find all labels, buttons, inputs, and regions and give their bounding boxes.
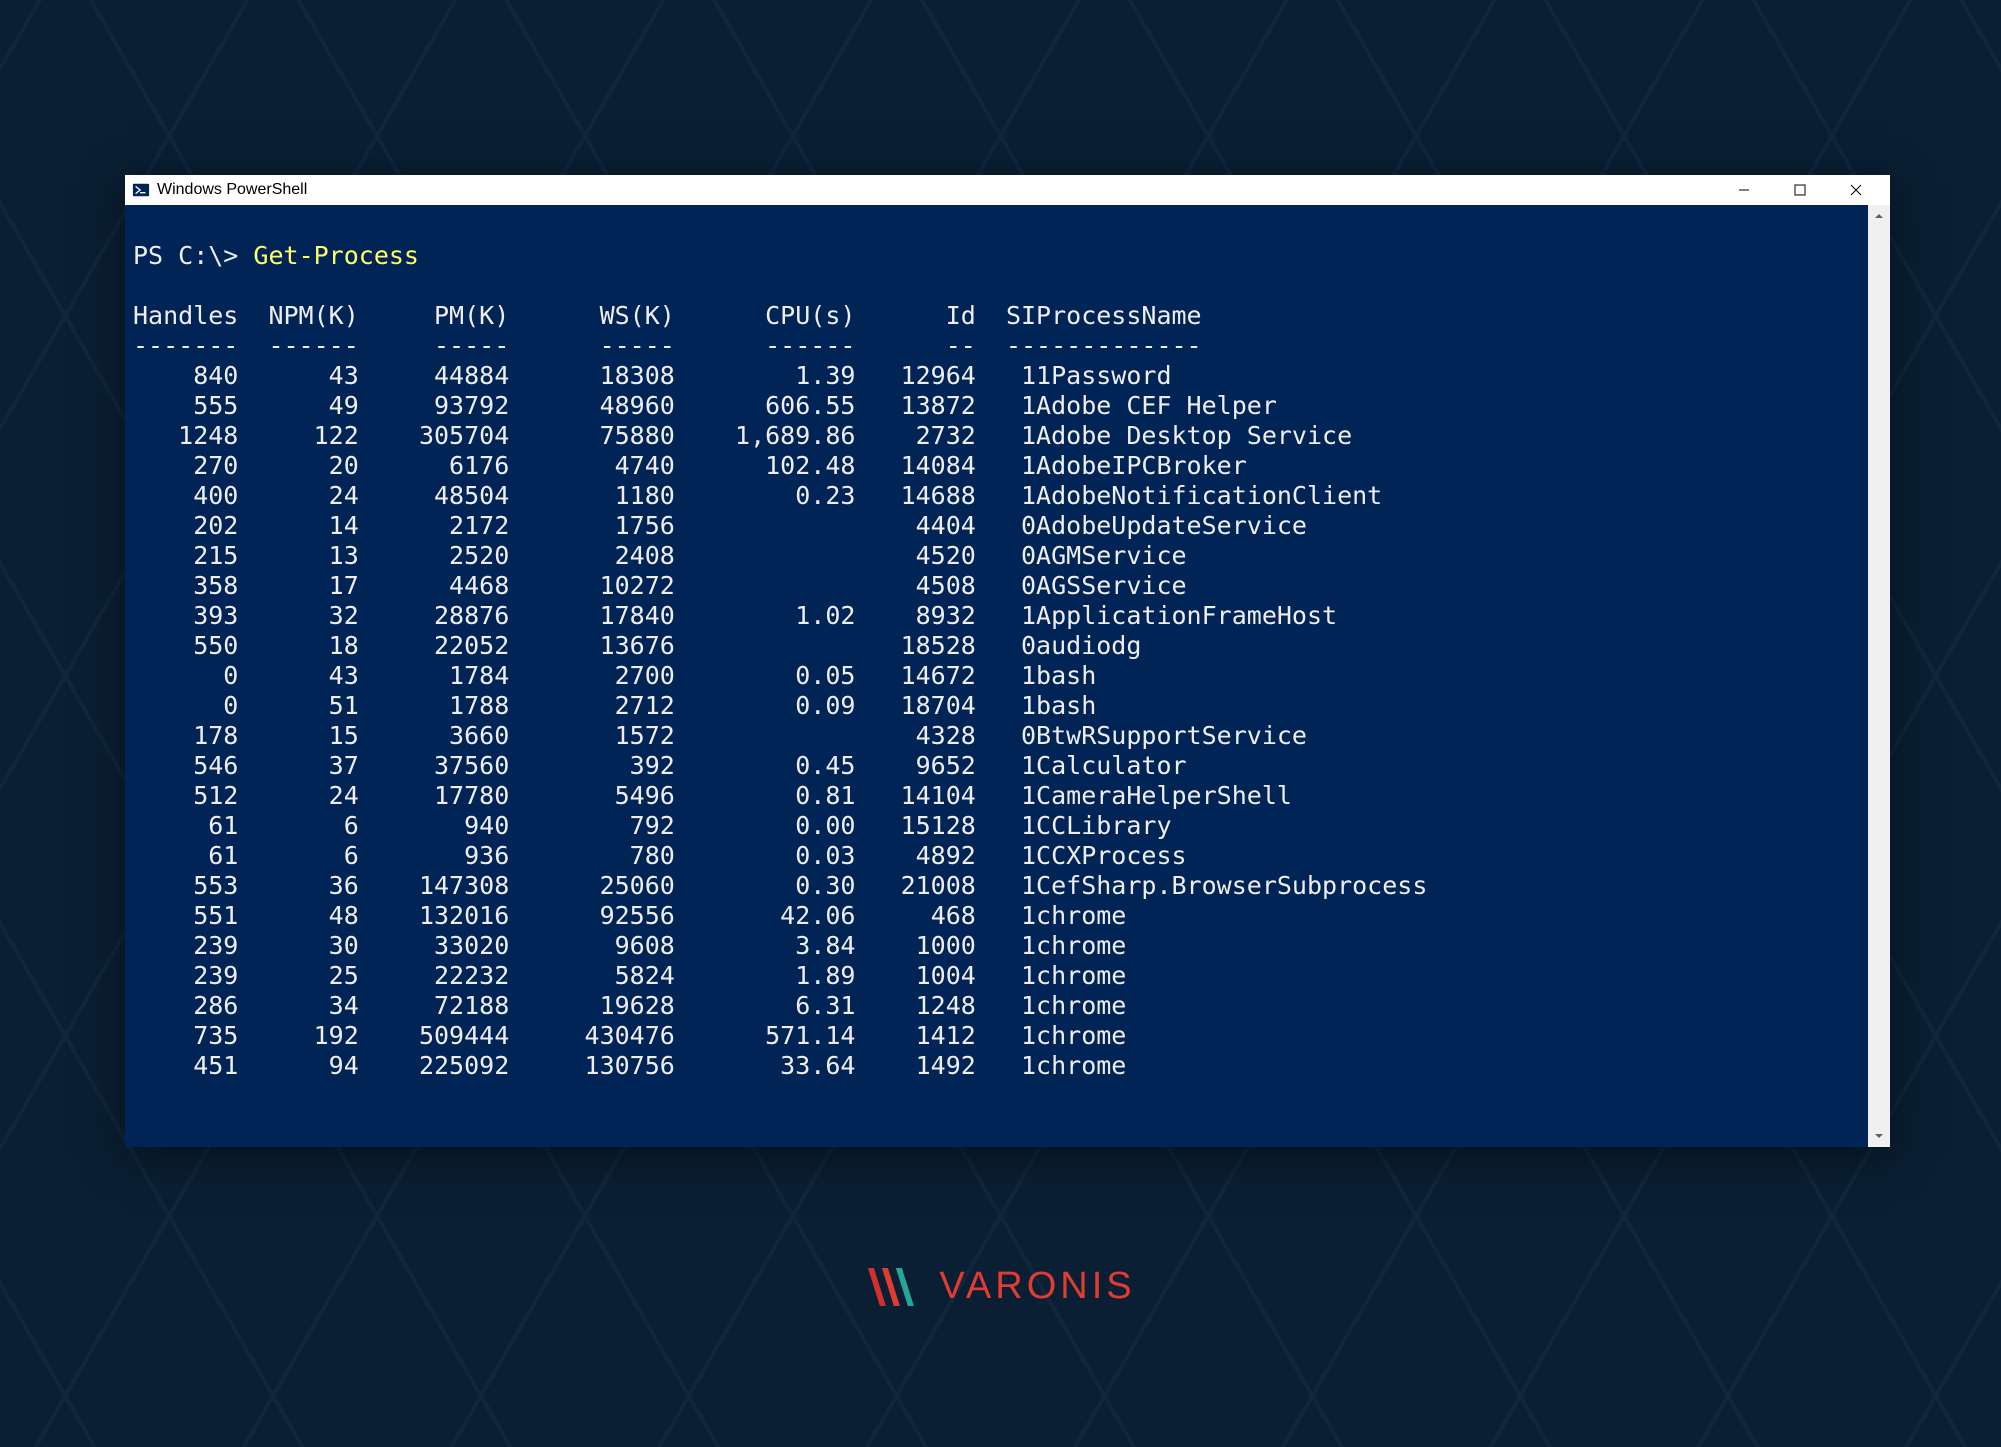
minimize-button[interactable] xyxy=(1716,175,1772,205)
vertical-scrollbar[interactable] xyxy=(1868,205,1890,1147)
table-row: 4519422509213075633.6414921chrome xyxy=(133,1051,1427,1081)
table-row: 2702061764740102.48140841AdobeIPCBroker xyxy=(133,451,1427,481)
table-row: 215132520240845200AGMService xyxy=(133,541,1427,571)
scroll-up-icon[interactable] xyxy=(1868,205,1890,227)
table-row: 550182205213676185280audiodg xyxy=(133,631,1427,661)
window-titlebar[interactable]: Windows PowerShell xyxy=(125,175,1890,205)
table-row: 051178827120.09187041bash xyxy=(133,691,1427,721)
table-row: 555499379248960606.55138721Adobe CEF Hel… xyxy=(133,391,1427,421)
table-row: 202142172175644040AdobeUpdateService xyxy=(133,511,1427,541)
table-row: 512241778054960.81141041CameraHelperShel… xyxy=(133,781,1427,811)
table-row: 3581744681027245080AGSService xyxy=(133,571,1427,601)
table-row: 239303302096083.8410001chrome xyxy=(133,931,1427,961)
varonis-logo: VARONIS xyxy=(865,1265,1135,1308)
table-row: 043178427000.05146721bash xyxy=(133,661,1427,691)
window-title: Windows PowerShell xyxy=(157,181,307,199)
prompt-text: PS C:\> xyxy=(133,241,253,270)
table-row: 551481320169255642.064681chrome xyxy=(133,901,1427,931)
varonis-logo-text: VARONIS xyxy=(939,1265,1135,1308)
table-row: 400244850411800.23146881AdobeNotificatio… xyxy=(133,481,1427,511)
table-dash-row: ----------------------------------------… xyxy=(133,331,1427,361)
console-output[interactable]: PS C:\> Get-Process HandlesNPM(K)PM(K)WS… xyxy=(125,205,1890,1147)
close-button[interactable] xyxy=(1828,175,1884,205)
powershell-icon xyxy=(131,180,151,200)
table-row: 239252223258241.8910041chrome xyxy=(133,961,1427,991)
table-row: 1248122305704758801,689.8627321Adobe Des… xyxy=(133,421,1427,451)
table-header-row: HandlesNPM(K)PM(K)WS(K)CPU(s)IdSIProcess… xyxy=(133,301,1427,331)
powershell-window: Windows PowerShell PS C:\> Get-Process H… xyxy=(125,175,1890,1147)
command-text: Get-Process xyxy=(253,241,419,270)
varonis-mark-icon xyxy=(865,1266,927,1308)
table-row: 735192509444430476571.1414121chrome xyxy=(133,1021,1427,1051)
table-row: 178153660157243280BtwRSupportService xyxy=(133,721,1427,751)
process-table: HandlesNPM(K)PM(K)WS(K)CPU(s)IdSIProcess… xyxy=(133,301,1427,1081)
table-row: 2863472188196286.3112481chrome xyxy=(133,991,1427,1021)
window-controls xyxy=(1716,175,1884,205)
table-row: 55336147308250600.30210081CefSharp.Brows… xyxy=(133,871,1427,901)
table-row: 6169407920.00151281CCLibrary xyxy=(133,811,1427,841)
table-row: 6169367800.0348921CCXProcess xyxy=(133,841,1427,871)
maximize-button[interactable] xyxy=(1772,175,1828,205)
prompt-line: PS C:\> Get-Process xyxy=(133,241,419,270)
table-row: 8404344884183081.391296411Password xyxy=(133,361,1427,391)
scroll-down-icon[interactable] xyxy=(1868,1125,1890,1147)
table-row: 3933228876178401.0289321ApplicationFrame… xyxy=(133,601,1427,631)
table-row: 54637375603920.4596521Calculator xyxy=(133,751,1427,781)
